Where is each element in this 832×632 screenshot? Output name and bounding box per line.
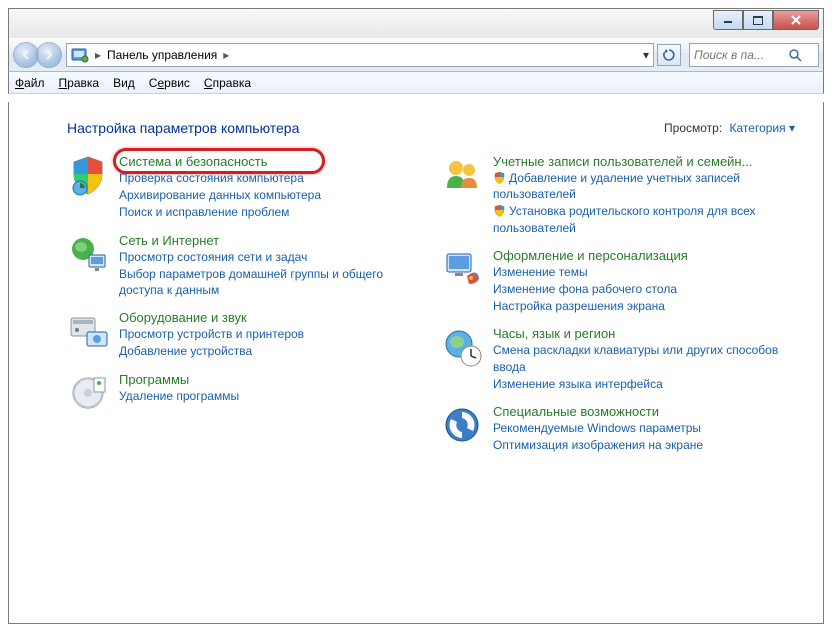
category-title[interactable]: Сеть и Интернет	[119, 233, 421, 248]
category-link[interactable]: Выбор параметров домашней группы и общег…	[119, 266, 421, 298]
category-left-2: Оборудование и звукПросмотр устройств и …	[67, 310, 421, 359]
uac-shield-icon	[493, 204, 506, 217]
category-link[interactable]: Оптимизация изображения на экране	[493, 437, 703, 453]
programs-icon	[67, 372, 109, 414]
uac-shield-icon	[493, 171, 506, 184]
category-link[interactable]: Архивирование данных компьютера	[119, 187, 321, 203]
menu-file[interactable]: ФФайлайл	[15, 76, 45, 90]
categories-left: Система и безопасностьПроверка состояния…	[67, 154, 421, 453]
category-title[interactable]: Специальные возможности	[493, 404, 703, 419]
address-bar[interactable]: ▸ Панель управления ▸ ▾	[66, 43, 654, 67]
category-link[interactable]: Проверка состояния компьютера	[119, 170, 321, 186]
chevron-right-icon: ▸	[95, 48, 101, 62]
access-icon	[441, 404, 483, 446]
forward-button[interactable]	[36, 42, 62, 68]
category-link[interactable]: Изменение языка интерфейса	[493, 376, 795, 392]
refresh-button[interactable]	[657, 44, 681, 66]
category-left-3: ПрограммыУдаление программы	[67, 372, 421, 414]
close-button[interactable]	[773, 10, 819, 30]
category-link[interactable]: Удаление программы	[119, 388, 239, 404]
hardware-icon	[67, 310, 109, 352]
category-left-1: Сеть и ИнтернетПросмотр состояния сети и…	[67, 233, 421, 299]
categories-right: Учетные записи пользователей и семейн...…	[441, 154, 795, 453]
search-box[interactable]	[689, 43, 819, 67]
menu-bar: ФФайлайл Правка Вид Сервис Справка	[8, 72, 824, 94]
shield-icon	[67, 154, 109, 196]
page-title: Настройка параметров компьютера	[67, 120, 299, 136]
category-link[interactable]: Изменение фона рабочего стола	[493, 281, 688, 297]
minimize-button[interactable]	[713, 10, 743, 30]
menu-view[interactable]: Вид	[113, 76, 135, 90]
clock-icon	[441, 326, 483, 368]
category-title[interactable]: Программы	[119, 372, 239, 387]
control-panel-icon	[71, 47, 89, 63]
category-link[interactable]: Изменение темы	[493, 264, 688, 280]
navigation-bar: ▸ Панель управления ▸ ▾	[8, 38, 824, 72]
category-link[interactable]: Поиск и исправление проблем	[119, 204, 321, 220]
search-input[interactable]	[694, 48, 784, 62]
chevron-right-icon: ▸	[223, 48, 229, 62]
category-right-2: Часы, язык и регионСмена раскладки клави…	[441, 326, 795, 392]
appearance-icon	[441, 248, 483, 290]
category-title[interactable]: Учетные записи пользователей и семейн...	[493, 154, 795, 169]
category-right-3: Специальные возможностиРекомендуемые Win…	[441, 404, 795, 453]
category-left-0: Система и безопасностьПроверка состояния…	[67, 154, 421, 221]
category-link[interactable]: Добавление устройства	[119, 343, 304, 359]
dropdown-icon[interactable]: ▾	[643, 48, 649, 62]
category-right-0: Учетные записи пользователей и семейн...…	[441, 154, 795, 236]
category-title[interactable]: Оборудование и звук	[119, 310, 304, 325]
category-link[interactable]: Установка родительского контроля для все…	[493, 203, 795, 235]
search-icon	[788, 48, 802, 62]
menu-edit[interactable]: Правка	[59, 76, 100, 90]
category-title[interactable]: Система и безопасность	[119, 154, 321, 169]
category-link[interactable]: Просмотр состояния сети и задач	[119, 249, 421, 265]
category-link[interactable]: Смена раскладки клавиатуры или других сп…	[493, 342, 795, 374]
breadcrumb-root[interactable]: Панель управления	[107, 48, 217, 62]
category-right-1: Оформление и персонализацияИзменение тем…	[441, 248, 795, 315]
category-link[interactable]: Добавление и удаление учетных записей по…	[493, 170, 795, 202]
category-link[interactable]: Настройка разрешения экрана	[493, 298, 688, 314]
menu-help[interactable]: Справка	[204, 76, 251, 90]
menu-tools[interactable]: Сервис	[149, 76, 190, 90]
network-icon	[67, 233, 109, 275]
content-area: Настройка параметров компьютера Просмотр…	[8, 102, 824, 624]
category-title[interactable]: Оформление и персонализация	[493, 248, 688, 263]
titlebar	[8, 8, 824, 38]
category-title[interactable]: Часы, язык и регион	[493, 326, 795, 341]
maximize-button[interactable]	[743, 10, 773, 30]
view-by-dropdown[interactable]: Категория ▾	[730, 121, 795, 135]
users-icon	[441, 154, 483, 196]
category-link[interactable]: Рекомендуемые Windows параметры	[493, 420, 703, 436]
category-link[interactable]: Просмотр устройств и принтеров	[119, 326, 304, 342]
view-by: Просмотр: Категория ▾	[664, 121, 795, 135]
